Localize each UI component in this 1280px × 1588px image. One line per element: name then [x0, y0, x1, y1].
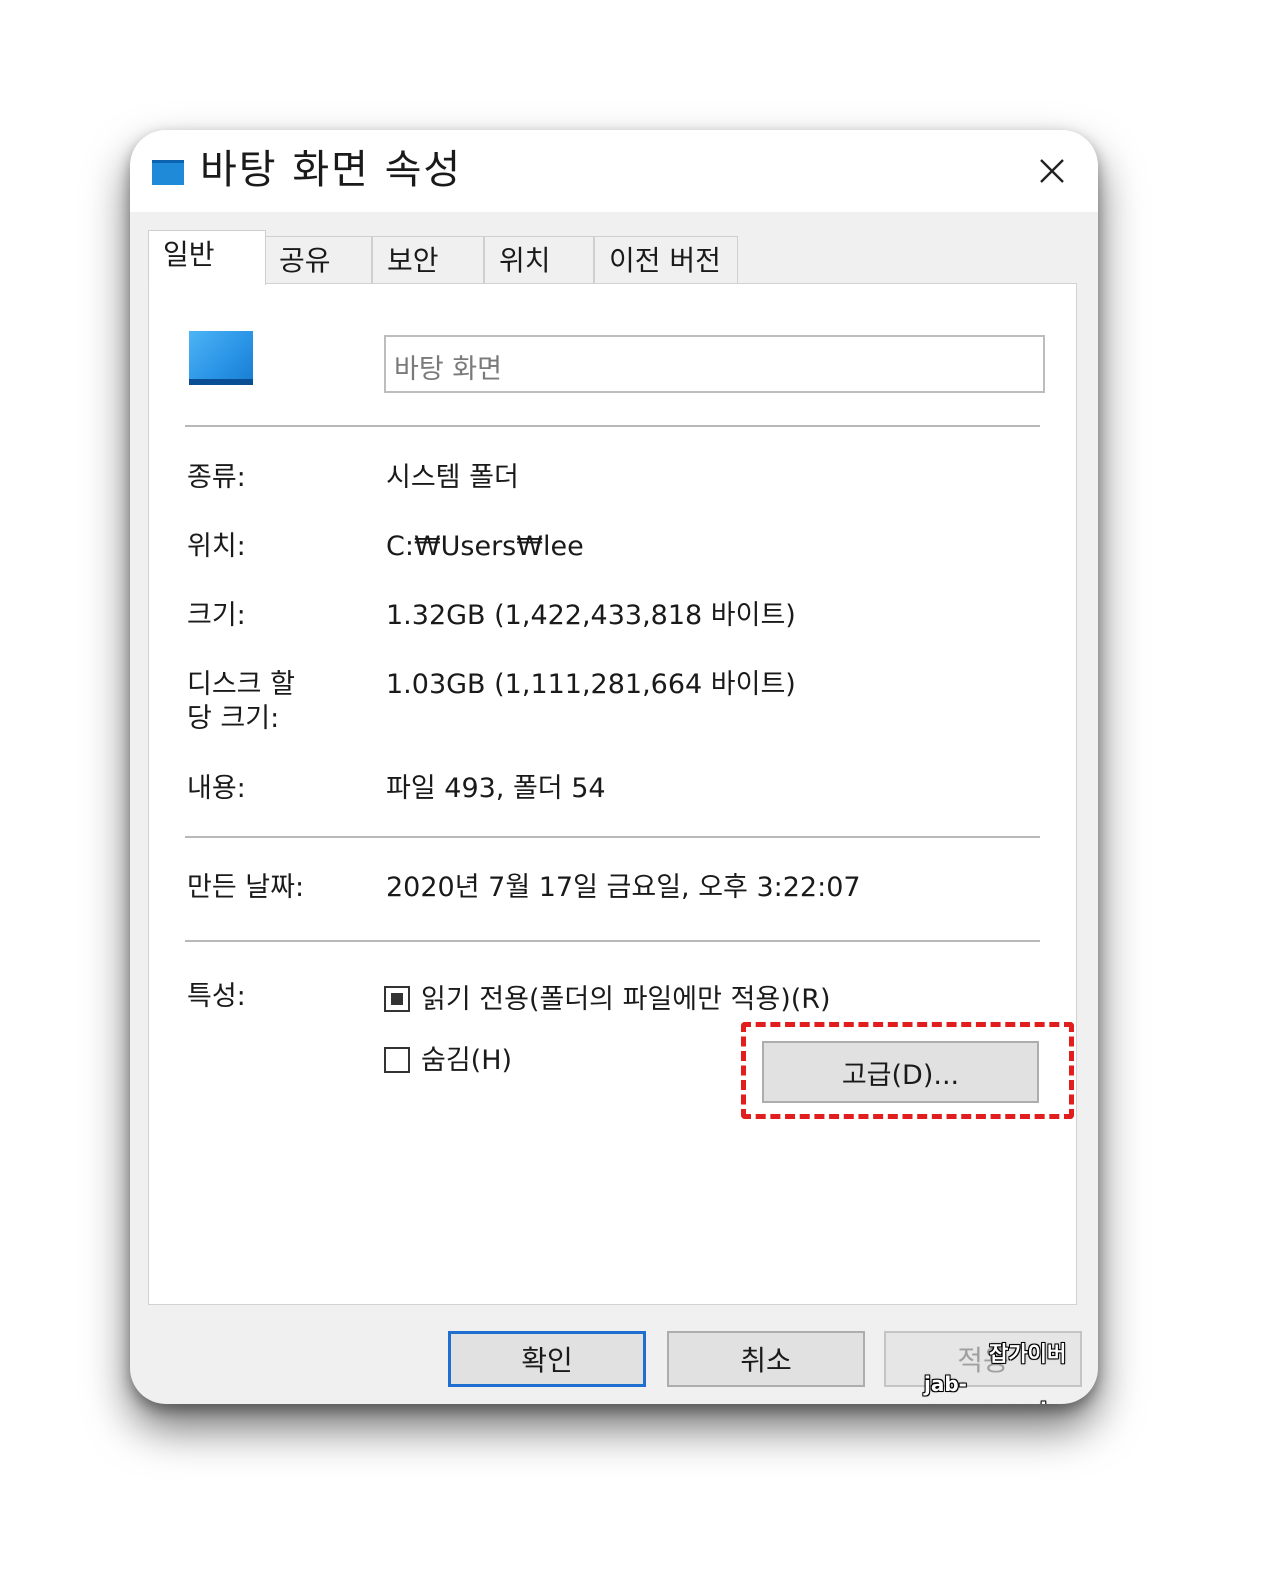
size-on-disk-label-line1: 디스크 할 [187, 669, 295, 700]
close-button[interactable] [1026, 146, 1078, 196]
properties-dialog: 바탕 화면 속성 일반 공유 보안 위치 이전 버전 종류: 시스템 폴더 위치… [130, 130, 1098, 1404]
ok-button[interactable]: 확인 [448, 1331, 646, 1387]
watermark-title: 잡가이버 [989, 1342, 1067, 1366]
tab-location[interactable]: 위치 [484, 236, 594, 284]
type-value: 시스템 폴더 [386, 462, 519, 493]
general-panel: 종류: 시스템 폴더 위치: C:₩Users₩lee 크기: 1.32GB (… [148, 283, 1077, 1305]
type-label: 종류: [187, 462, 246, 493]
hidden-checkbox-label[interactable]: 숨김(H) [421, 1044, 512, 1078]
tab-general[interactable]: 일반 [148, 230, 266, 285]
contents-value: 파일 493, 폴더 54 [386, 773, 606, 804]
divider [185, 940, 1040, 942]
size-on-disk-value: 1.03GB (1,111,281,664 바이트) [386, 669, 796, 700]
tab-strip: 일반 공유 보안 위치 이전 버전 [148, 230, 768, 285]
location-label: 위치: [187, 531, 246, 562]
hidden-checkbox[interactable] [384, 1047, 410, 1073]
created-value: 2020년 7월 17일 금요일, 오후 3:22:07 [386, 872, 861, 903]
size-on-disk-label-line2: 당 크기: [187, 703, 280, 734]
readonly-checkbox-label[interactable]: 읽기 전용(폴더의 파일에만 적용)(R) [421, 983, 831, 1017]
tab-sharing[interactable]: 공유 [264, 236, 372, 284]
contents-label: 내용: [187, 773, 246, 804]
divider [185, 836, 1040, 838]
location-value: C:₩Users₩lee [386, 531, 584, 562]
tab-previous-versions[interactable]: 이전 버전 [594, 236, 738, 284]
attributes-label: 특성: [187, 981, 246, 1012]
readonly-checkbox[interactable] [384, 986, 410, 1012]
cancel-button[interactable]: 취소 [667, 1331, 865, 1387]
highlight-box [741, 1022, 1074, 1119]
watermark-url: jab-guyver.co.kr [924, 1372, 1063, 1404]
size-value: 1.32GB (1,422,433,818 바이트) [386, 600, 796, 631]
folder-name-input[interactable] [384, 335, 1045, 393]
tab-security[interactable]: 보안 [372, 236, 484, 284]
window-title: 바탕 화면 속성 [200, 147, 463, 193]
close-icon [1040, 159, 1064, 183]
size-label: 크기: [187, 600, 246, 631]
divider [185, 425, 1040, 427]
desktop-folder-icon [189, 331, 253, 385]
title-bar: 바탕 화면 속성 [130, 130, 1098, 212]
created-label: 만든 날짜: [187, 872, 305, 903]
folder-icon [152, 160, 184, 185]
